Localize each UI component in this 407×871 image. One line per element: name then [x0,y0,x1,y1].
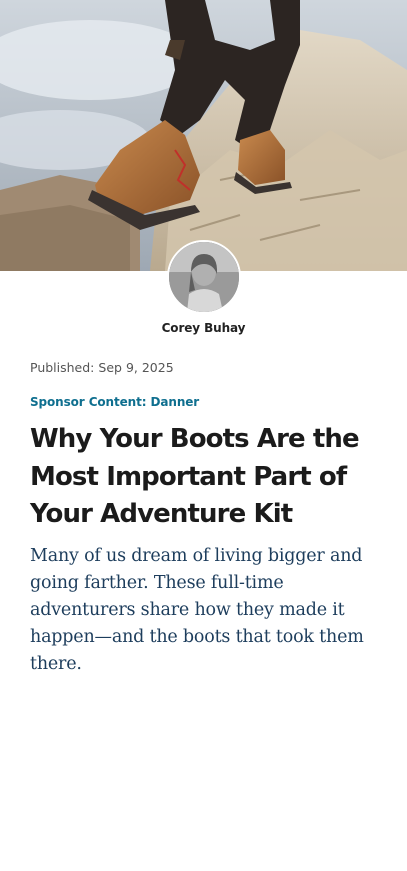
published-date-value: Sep 9, 2025 [98,360,174,375]
author-avatar[interactable] [166,240,241,314]
article-headline: Why Your Boots Are the Most Important Pa… [30,424,360,529]
author-block: Corey Buhay [0,240,407,335]
hero-photo [0,0,407,271]
author-portrait-icon [168,242,239,312]
author-name[interactable]: Corey Buhay [0,321,407,335]
published-label: Published: [30,360,95,375]
sponsor-label[interactable]: Sponsor Content: Danner [30,395,199,409]
article-dek: Many of us dream of living bigger and go… [30,546,364,674]
publish-date: Published: Sep 9, 2025 [30,360,174,375]
hero-image [0,0,407,271]
